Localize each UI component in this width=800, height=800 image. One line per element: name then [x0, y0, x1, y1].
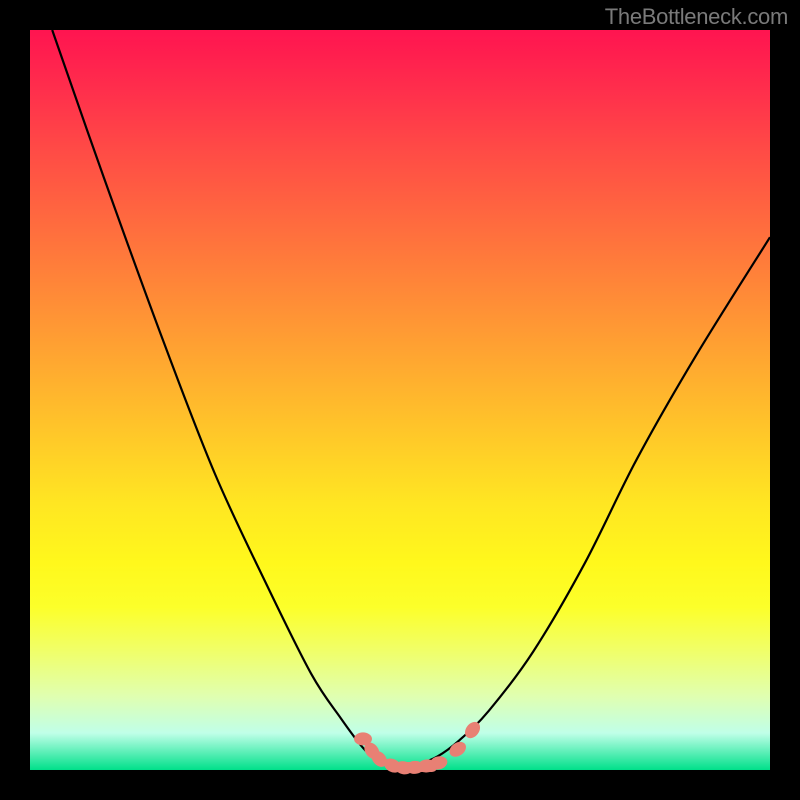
right-curve [400, 237, 770, 768]
plot-area [30, 30, 770, 770]
curves-group [52, 30, 770, 769]
chart-frame: TheBottleneck.com [0, 0, 800, 800]
curve-svg [30, 30, 770, 770]
beads-group [354, 719, 483, 776]
left-curve [52, 30, 400, 769]
watermark-text: TheBottleneck.com [605, 4, 788, 30]
